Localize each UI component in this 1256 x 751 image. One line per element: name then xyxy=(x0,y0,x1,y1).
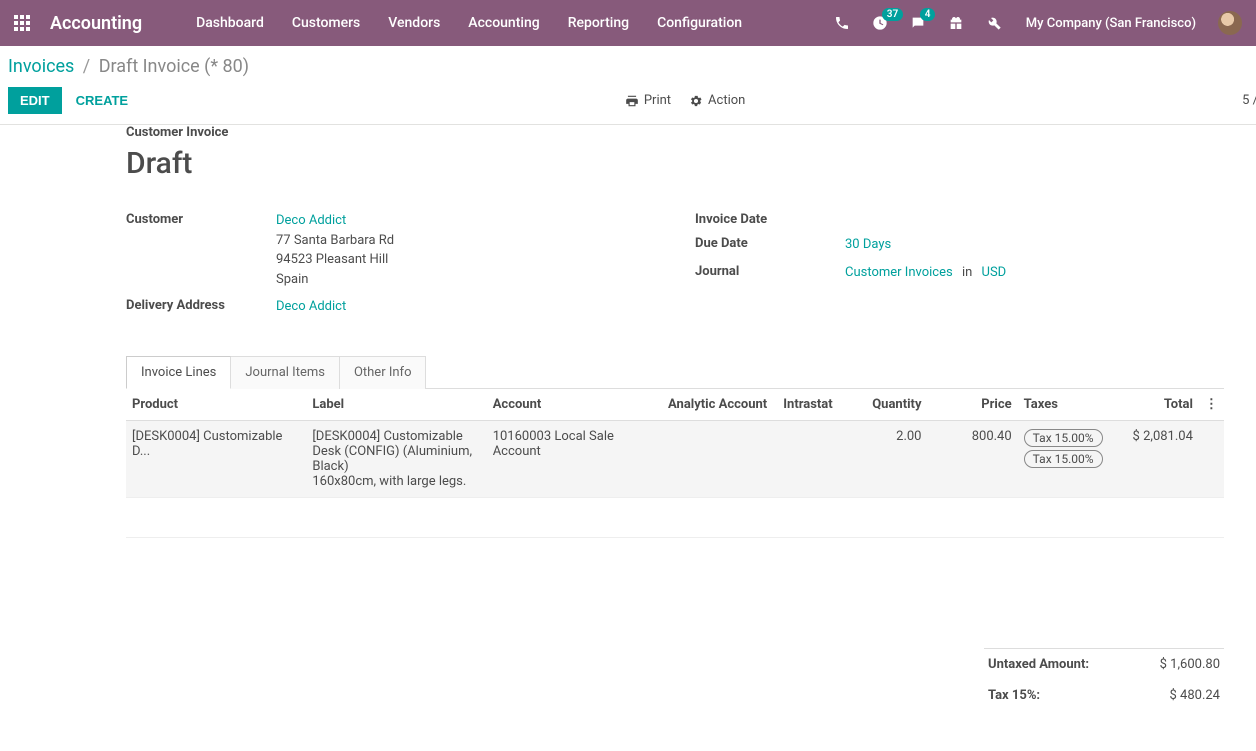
avatar[interactable] xyxy=(1218,11,1242,35)
menu-configuration[interactable]: Configuration xyxy=(643,0,756,46)
action-dropdown[interactable]: Action xyxy=(689,93,745,108)
menu-accounting[interactable]: Accounting xyxy=(454,0,553,46)
totals: Untaxed Amount: $ 1,600.80 Tax 15%: $ 48… xyxy=(984,648,1224,711)
menu-reporting[interactable]: Reporting xyxy=(554,0,643,46)
tab-invoice-lines[interactable]: Invoice Lines xyxy=(126,356,231,389)
col-quantity[interactable]: Quantity xyxy=(857,388,927,420)
col-product[interactable]: Product xyxy=(126,388,306,420)
journal-link[interactable]: Customer Invoices xyxy=(845,265,953,280)
cell-taxes: Tax 15.00% Tax 15.00% xyxy=(1018,420,1109,497)
col-taxes[interactable]: Taxes xyxy=(1018,388,1109,420)
main-menu: Dashboard Customers Vendors Accounting R… xyxy=(182,0,756,46)
brand[interactable]: Accounting xyxy=(50,13,142,34)
topbar-right: 37 4 My Company (San Francisco) xyxy=(824,0,1250,46)
due-date-link[interactable]: 30 Days xyxy=(845,237,891,252)
edit-button[interactable]: EDIT xyxy=(8,87,62,114)
phone-icon[interactable] xyxy=(824,0,860,46)
discuss-icon[interactable]: 4 xyxy=(900,0,936,46)
tax-pill: Tax 15.00% xyxy=(1024,450,1103,468)
untaxed-value: $ 1,600.80 xyxy=(1160,657,1220,672)
activity-icon[interactable]: 37 xyxy=(862,0,898,46)
company-selector[interactable]: My Company (San Francisco) xyxy=(1014,16,1208,31)
cell-account: 10160003 Local Sale Account xyxy=(487,420,662,497)
col-account[interactable]: Account xyxy=(487,388,662,420)
topbar: Accounting Dashboard Customers Vendors A… xyxy=(0,0,1256,46)
tab-journal-items[interactable]: Journal Items xyxy=(230,356,340,389)
pager[interactable]: 5 / xyxy=(1242,93,1256,108)
apps-icon[interactable] xyxy=(6,7,38,39)
customer-country: Spain xyxy=(276,272,308,287)
invoice-lines-table: Product Label Account Analytic Account I… xyxy=(126,388,1224,538)
discuss-badge: 4 xyxy=(920,8,936,21)
col-analytic[interactable]: Analytic Account xyxy=(662,388,777,420)
print-button[interactable]: Print xyxy=(625,93,671,108)
gear-icon xyxy=(689,94,703,108)
cell-product: [DESK0004] Customizable D... xyxy=(126,420,306,497)
customer-addr1: 77 Santa Barbara Rd xyxy=(276,233,394,248)
menu-vendors[interactable]: Vendors xyxy=(374,0,454,46)
tax-value: $ 480.24 xyxy=(1170,688,1221,703)
tools-icon[interactable] xyxy=(976,0,1012,46)
tab-other-info[interactable]: Other Info xyxy=(339,356,427,389)
untaxed-label: Untaxed Amount: xyxy=(988,657,1089,672)
due-date-label: Due Date xyxy=(695,235,845,251)
breadcrumb-root[interactable]: Invoices xyxy=(8,56,74,77)
cell-quantity: 2.00 xyxy=(857,420,927,497)
currency-link[interactable]: USD xyxy=(982,265,1007,280)
cell-total: $ 2,081.04 xyxy=(1109,420,1199,497)
tabs: Invoice Lines Journal Items Other Info xyxy=(126,355,1224,388)
col-intrastat[interactable]: Intrastat xyxy=(777,388,857,420)
delivery-link[interactable]: Deco Addict xyxy=(276,299,346,314)
cell-analytic xyxy=(662,420,777,497)
col-label[interactable]: Label xyxy=(306,388,486,420)
create-button[interactable]: CREATE xyxy=(76,93,128,108)
form-sheet: Customer Invoice Draft Customer Deco Add… xyxy=(110,125,1240,751)
menu-dashboard[interactable]: Dashboard xyxy=(182,0,278,46)
customer-label: Customer xyxy=(126,211,276,227)
tax-pill: Tax 15.00% xyxy=(1024,429,1103,447)
delivery-label: Delivery Address xyxy=(126,297,276,313)
customer-addr2: 94523 Pleasant Hill xyxy=(276,252,388,267)
col-options-icon[interactable]: ⋮ xyxy=(1199,388,1224,420)
breadcrumb-current: Draft Invoice (* 80) xyxy=(99,56,249,77)
journal-label: Journal xyxy=(695,263,845,279)
cell-label: [DESK0004] Customizable Desk (CONFIG) (A… xyxy=(306,420,486,497)
col-price[interactable]: Price xyxy=(928,388,1018,420)
col-total[interactable]: Total xyxy=(1109,388,1199,420)
customer-link[interactable]: Deco Addict xyxy=(276,213,346,228)
invoice-date-label: Invoice Date xyxy=(695,211,845,227)
print-icon xyxy=(625,94,639,108)
doc-type-label: Customer Invoice xyxy=(126,125,1224,140)
doc-status: Draft xyxy=(126,146,1224,181)
tax-label: Tax 15%: xyxy=(988,688,1040,703)
cell-intrastat xyxy=(777,420,857,497)
invoice-line-row[interactable]: [DESK0004] Customizable D... [DESK0004] … xyxy=(126,420,1224,497)
cell-price: 800.40 xyxy=(928,420,1018,497)
invoice-line-empty xyxy=(126,497,1224,537)
gift-icon[interactable] xyxy=(938,0,974,46)
control-panel: Invoices / Draft Invoice (* 80) EDIT CRE… xyxy=(0,46,1256,125)
breadcrumb: Invoices / Draft Invoice (* 80) xyxy=(0,46,1256,81)
menu-customers[interactable]: Customers xyxy=(278,0,374,46)
